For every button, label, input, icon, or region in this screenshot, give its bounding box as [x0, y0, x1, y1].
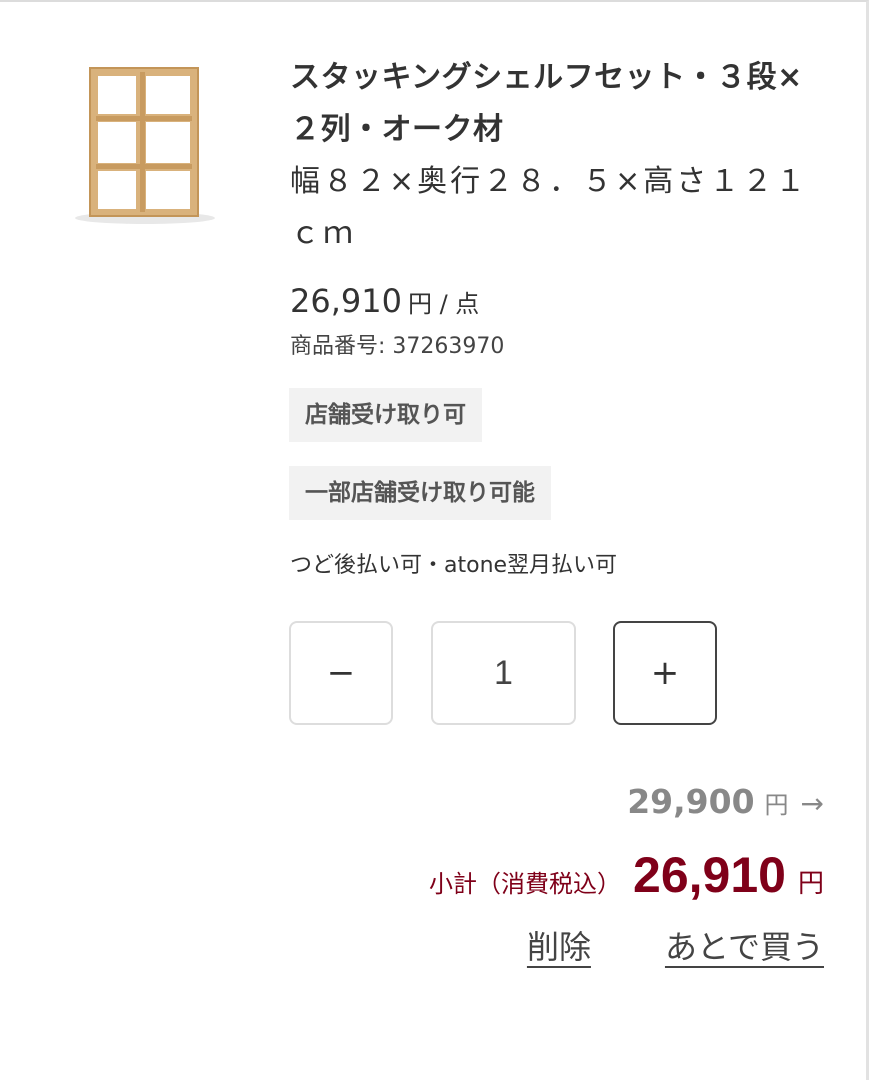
original-price: 29,900 円 → — [627, 782, 824, 821]
item-actions: 削除 あとで買う — [527, 922, 824, 968]
subtotal-amount: 26,910 — [633, 847, 786, 903]
subtotal-yen: 円 — [797, 869, 824, 899]
product-dimensions: 幅８２×奥行２８．５×高さ１２１ｃｍ — [290, 164, 809, 251]
product-number: 商品番号: 37263970 — [290, 334, 505, 359]
original-price-yen: 円 — [764, 791, 789, 819]
shelf-icon — [75, 67, 215, 224]
minus-icon: − — [326, 653, 356, 693]
save-for-later-link[interactable]: あとで買う — [665, 922, 824, 968]
delete-link[interactable]: 削除 — [527, 922, 591, 968]
product-title[interactable]: スタッキングシェルフセット・３段×２列・オーク材 — [290, 52, 810, 156]
decrease-quantity-button[interactable]: − — [289, 621, 393, 725]
quantity-input[interactable] — [431, 621, 576, 725]
original-price-value: 29,900 — [627, 782, 755, 821]
unit-price-unit: 円 / 点 — [407, 290, 480, 318]
store-pickup-badge: 店舗受け取り可 — [289, 388, 482, 442]
subtotal: 小計（消費税込） 26,910 円 — [429, 846, 824, 904]
increase-quantity-button[interactable]: + — [613, 621, 717, 725]
product-image[interactable] — [70, 58, 220, 233]
subtotal-label: 小計（消費税込） — [429, 870, 622, 898]
plus-icon: + — [650, 653, 680, 693]
partial-store-pickup-badge: 一部店舗受け取り可能 — [289, 466, 551, 520]
arrow-right-icon: → — [800, 787, 824, 820]
unit-price: 26,910 円 / 点 — [290, 282, 479, 320]
payment-note: つど後払い可・atone翌月払い可 — [290, 553, 618, 578]
unit-price-value: 26,910 — [290, 282, 402, 320]
